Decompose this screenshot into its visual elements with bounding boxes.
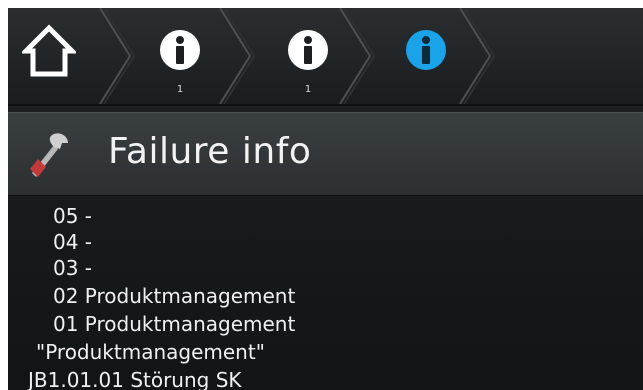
breadcrumb-info-1[interactable]: 1 (152, 26, 208, 96)
list-item: 05 - (53, 204, 93, 228)
list-item: "Produktmanagement" (36, 340, 265, 364)
list-item: 02 Produktmanagement (53, 284, 296, 308)
breadcrumb-info-active[interactable] (398, 26, 454, 96)
breadcrumb-count: 1 (304, 84, 312, 95)
home-button[interactable] (19, 24, 79, 78)
wrench-icon (30, 133, 68, 177)
home-icon (19, 24, 79, 77)
page-title: Failure info (108, 131, 312, 172)
list-item: 03 - (53, 256, 93, 280)
info-icon (160, 30, 200, 70)
info-icon (406, 30, 446, 70)
breadcrumb-info-2[interactable]: 1 (280, 26, 336, 96)
list-item: 01 Produktmanagement (53, 312, 296, 336)
breadcrumb: 1 1 (8, 8, 643, 106)
failure-list: 05 - 04 - 03 - 02 Produktmanagement 01 P… (8, 204, 643, 390)
screen: 1 1 Failure info 05 - 04 - 03 - 02 Produ… (8, 8, 643, 390)
breadcrumb-count: 1 (176, 84, 184, 95)
list-item: 04 - (53, 230, 93, 254)
list-item: JB1.01.01 Störung SK (28, 368, 242, 390)
info-icon (288, 30, 328, 70)
page-header: Failure info (8, 112, 643, 196)
